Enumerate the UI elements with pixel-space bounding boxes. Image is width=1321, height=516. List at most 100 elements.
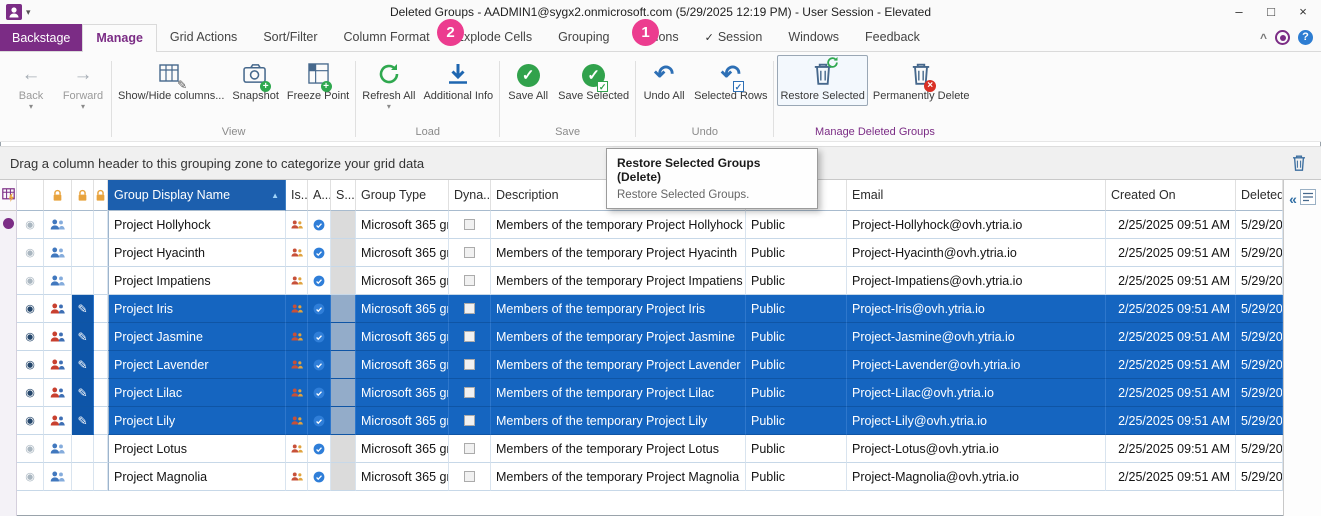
row-select-icon[interactable]: ◉ [17, 323, 44, 351]
cell-group-type[interactable]: Microsoft 365 group [356, 323, 449, 351]
cell-privacy[interactable]: Public [746, 295, 847, 323]
freeze-point-button[interactable]: + Freeze Point [284, 55, 352, 106]
cell-group-type[interactable]: Microsoft 365 group [356, 295, 449, 323]
cell-group-type[interactable]: Microsoft 365 group [356, 463, 449, 491]
table-row[interactable]: ◉ Project Impatiens Microsoft 365 group … [17, 267, 1283, 295]
table-row[interactable]: ◉ Project Hyacinth Microsoft 365 group M… [17, 239, 1283, 267]
checkbox-icon[interactable] [464, 247, 475, 258]
cell-group-type[interactable]: Microsoft 365 group [356, 211, 449, 239]
refresh-all-button[interactable]: Refresh All ▾ [359, 55, 418, 114]
dynamic-membership-checkbox[interactable] [449, 379, 491, 407]
forward-button[interactable]: → Forward ▾ [58, 55, 108, 114]
tab-manage[interactable]: Manage [82, 24, 157, 52]
cell-email[interactable]: Project-Impatiens@ovh.ytria.io [847, 267, 1106, 295]
maximize-button[interactable]: □ [1255, 0, 1287, 23]
cell-deleted-on[interactable]: 5/29/2025 [1236, 211, 1283, 239]
checkbox-icon[interactable] [464, 219, 475, 230]
cell-group-display-name[interactable]: Project Hollyhock [108, 211, 286, 239]
checkbox-icon[interactable] [464, 443, 475, 454]
additional-info-button[interactable]: Additional Info [420, 55, 496, 106]
quick-access-caret-icon[interactable]: ▾ [26, 7, 31, 18]
snapshot-button[interactable]: + Snapshot [229, 55, 281, 106]
cell-deleted-on[interactable]: 5/29/2025 [1236, 435, 1283, 463]
checkbox-icon[interactable] [464, 471, 475, 482]
dynamic-membership-checkbox[interactable] [449, 211, 491, 239]
table-row[interactable]: ◉ ✎ Project Lily Microsoft 365 group Mem… [17, 407, 1283, 435]
cell-deleted-on[interactable]: 5/29/2025 [1236, 379, 1283, 407]
cell-created-on[interactable]: 2/25/2025 09:51 AM [1106, 435, 1236, 463]
cell-description[interactable]: Members of the temporary Project Hyacint… [491, 239, 746, 267]
cell-deleted-on[interactable]: 5/29/2025 [1236, 463, 1283, 491]
cell-email[interactable]: Project-Lavender@ovh.ytria.io [847, 351, 1106, 379]
tab-grid-actions[interactable]: Grid Actions [157, 24, 250, 51]
dynamic-membership-checkbox[interactable] [449, 267, 491, 295]
cell-deleted-on[interactable]: 5/29/2025 [1236, 351, 1283, 379]
clear-grid-trash-icon[interactable] [1291, 154, 1307, 175]
cell-group-type[interactable]: Microsoft 365 group [356, 435, 449, 463]
tab-backstage[interactable]: Backstage [0, 24, 82, 51]
cell-created-on[interactable]: 2/25/2025 09:51 AM [1106, 211, 1236, 239]
table-row[interactable]: ◉ ✎ Project Iris Microsoft 365 group Mem… [17, 295, 1283, 323]
header-deleted-on[interactable]: Deleted [1236, 180, 1283, 211]
cell-created-on[interactable]: 2/25/2025 09:51 AM [1106, 295, 1236, 323]
row-select-icon[interactable]: ◉ [17, 407, 44, 435]
cell-deleted-on[interactable]: 5/29/2025 [1236, 323, 1283, 351]
dynamic-membership-checkbox[interactable] [449, 323, 491, 351]
cell-privacy[interactable]: Public [746, 267, 847, 295]
dynamic-membership-checkbox[interactable] [449, 407, 491, 435]
help-icon[interactable]: ? [1298, 30, 1313, 45]
header-group-type[interactable]: Group Type [356, 180, 449, 211]
cell-email[interactable]: Project-Lily@ovh.ytria.io [847, 407, 1106, 435]
row-select-icon[interactable]: ◉ [17, 435, 44, 463]
cell-deleted-on[interactable]: 5/29/2025 [1236, 267, 1283, 295]
tab-column-format[interactable]: Column Format [331, 24, 443, 51]
checkbox-icon[interactable] [464, 331, 475, 342]
cell-created-on[interactable]: 2/25/2025 09:51 AM [1106, 239, 1236, 267]
row-select-icon[interactable]: ◉ [17, 379, 44, 407]
table-row[interactable]: ◉ Project Magnolia Microsoft 365 group M… [17, 463, 1283, 491]
header-email[interactable]: Email [847, 180, 1106, 211]
lock-icon[interactable] [72, 180, 94, 211]
cell-group-type[interactable]: Microsoft 365 group [356, 351, 449, 379]
cell-email[interactable]: Project-Magnolia@ovh.ytria.io [847, 463, 1106, 491]
expand-panel-icon[interactable]: « [1289, 192, 1297, 206]
cell-privacy[interactable]: Public [746, 463, 847, 491]
tab-sort-filter[interactable]: Sort/Filter [250, 24, 330, 51]
collapse-ribbon-icon[interactable]: ^ [1260, 31, 1267, 45]
row-select-icon[interactable]: ◉ [17, 267, 44, 295]
header-dynamic[interactable]: Dyna... [449, 180, 491, 211]
table-row[interactable]: ◉ Project Hollyhock Microsoft 365 group … [17, 211, 1283, 239]
lock-icon[interactable] [94, 180, 108, 211]
cell-privacy[interactable]: Public [746, 239, 847, 267]
header-group-display-name[interactable]: Group Display Name ▲ [108, 180, 286, 211]
tab-session[interactable]: ✓Session [692, 24, 776, 51]
checkbox-icon[interactable] [464, 275, 475, 286]
dynamic-membership-checkbox[interactable] [449, 351, 491, 379]
dynamic-membership-checkbox[interactable] [449, 463, 491, 491]
row-select-icon[interactable]: ◉ [17, 239, 44, 267]
table-row[interactable]: ◉ ✎ Project Lilac Microsoft 365 group Me… [17, 379, 1283, 407]
checkbox-icon[interactable] [464, 303, 475, 314]
cell-description[interactable]: Members of the temporary Project Jasmine [491, 323, 746, 351]
cell-email[interactable]: Project-Hollyhock@ovh.ytria.io [847, 211, 1106, 239]
cell-group-display-name[interactable]: Project Iris [108, 295, 286, 323]
cell-description[interactable]: Members of the temporary Project Iris [491, 295, 746, 323]
row-select-icon[interactable]: ◉ [17, 211, 44, 239]
table-row[interactable]: ◉ ✎ Project Jasmine Microsoft 365 group … [17, 323, 1283, 351]
row-select-icon[interactable]: ◉ [17, 463, 44, 491]
back-button[interactable]: ← Back ▾ [6, 55, 56, 114]
show-hide-columns-button[interactable]: ✎ Show/Hide columns... [115, 55, 227, 106]
cell-privacy[interactable]: Public [746, 323, 847, 351]
undo-all-button[interactable]: ↶ Undo All [639, 55, 689, 106]
table-row[interactable]: ◉ Project Lotus Microsoft 365 group Memb… [17, 435, 1283, 463]
cell-privacy[interactable]: Public [746, 351, 847, 379]
cell-group-type[interactable]: Microsoft 365 group [356, 239, 449, 267]
cell-privacy[interactable]: Public [746, 435, 847, 463]
restore-selected-button[interactable]: Restore Selected [777, 55, 867, 106]
cell-email[interactable]: Project-Hyacinth@ovh.ytria.io [847, 239, 1106, 267]
cell-description[interactable]: Members of the temporary Project Lily [491, 407, 746, 435]
cell-group-display-name[interactable]: Project Lotus [108, 435, 286, 463]
cell-group-display-name[interactable]: Project Jasmine [108, 323, 286, 351]
cell-deleted-on[interactable]: 5/29/2025 [1236, 239, 1283, 267]
cell-description[interactable]: Members of the temporary Project Magnoli… [491, 463, 746, 491]
